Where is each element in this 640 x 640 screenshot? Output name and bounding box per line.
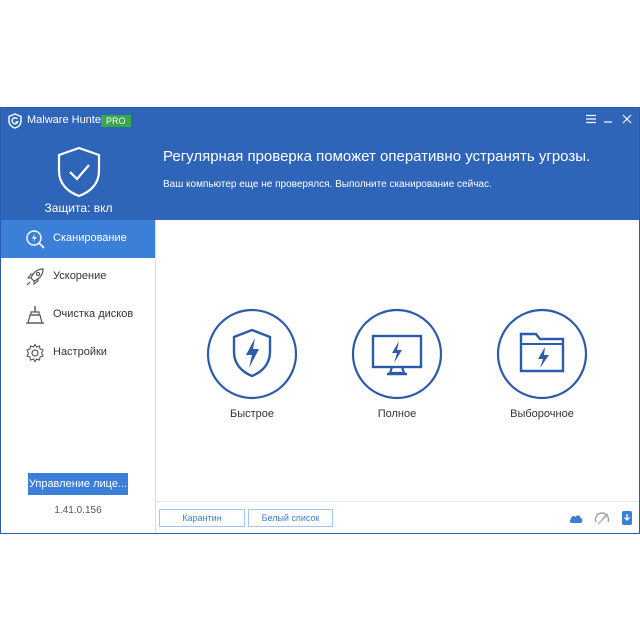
full-scan-button[interactable]: Полное (351, 308, 443, 448)
quarantine-button[interactable]: Карантин (159, 509, 245, 527)
app-logo-icon (8, 113, 22, 129)
sidebar-item-boost[interactable]: Ускорение (1, 258, 155, 296)
title-bar: Malware Hunter PRO (1, 108, 639, 134)
app-window: Malware Hunter PRO Защита: вкл Регулярна… (0, 107, 640, 534)
custom-scan-label: Выборочное (510, 408, 574, 420)
pro-badge: PRO (101, 115, 131, 127)
custom-scan-button[interactable]: Выборочное (496, 308, 588, 448)
sidebar-item-scan[interactable]: Сканирование (1, 220, 155, 258)
sidebar-item-settings[interactable]: Настройки (1, 334, 155, 372)
footer-bar: Карантин Белый список (156, 501, 639, 534)
main-panel: Быстрое Полное Выборочное Карантин Белый… (156, 220, 639, 533)
header: Malware Hunter PRO Защита: вкл Регулярна… (1, 108, 639, 220)
status-subline: Ваш компьютер еще не проверялся. Выполни… (163, 179, 492, 190)
hamburger-icon[interactable] (584, 113, 598, 127)
full-scan-label: Полное (377, 408, 417, 420)
sidebar-item-label: Очистка дисков (53, 308, 134, 320)
folder-bolt-icon (496, 308, 588, 400)
close-icon[interactable] (620, 113, 634, 127)
speedometer-icon[interactable] (594, 510, 610, 526)
protection-status: Защита: вкл (44, 201, 113, 215)
sidebar-item-label: Сканирование (53, 232, 127, 244)
shield-check-icon (57, 146, 101, 198)
rocket-icon (26, 268, 44, 286)
status-headline: Регулярная проверка поможет оперативно у… (163, 148, 591, 165)
sidebar-item-disk-cleanup[interactable]: Очистка дисков (1, 296, 155, 334)
version-label: 1.41.0.156 (54, 505, 102, 516)
quick-scan-button[interactable]: Быстрое (206, 308, 298, 448)
sidebar: Сканирование Ускорение Очистка дисков На… (1, 220, 156, 533)
monitor-bolt-icon (351, 308, 443, 400)
shield-bolt-icon (206, 308, 298, 400)
broom-icon (26, 306, 44, 324)
license-management-button[interactable]: Управление лице... (28, 473, 128, 495)
whitelist-button[interactable]: Белый список (248, 509, 333, 527)
gear-icon (26, 343, 44, 363)
cloud-icon[interactable] (568, 510, 584, 526)
app-name: Malware Hunter (27, 114, 105, 126)
minimize-icon[interactable] (601, 113, 615, 127)
sidebar-item-label: Настройки (53, 346, 107, 358)
scan-icon (26, 230, 45, 249)
sidebar-item-label: Ускорение (53, 270, 107, 282)
quick-scan-label: Быстрое (229, 408, 275, 420)
update-icon[interactable] (619, 510, 635, 526)
